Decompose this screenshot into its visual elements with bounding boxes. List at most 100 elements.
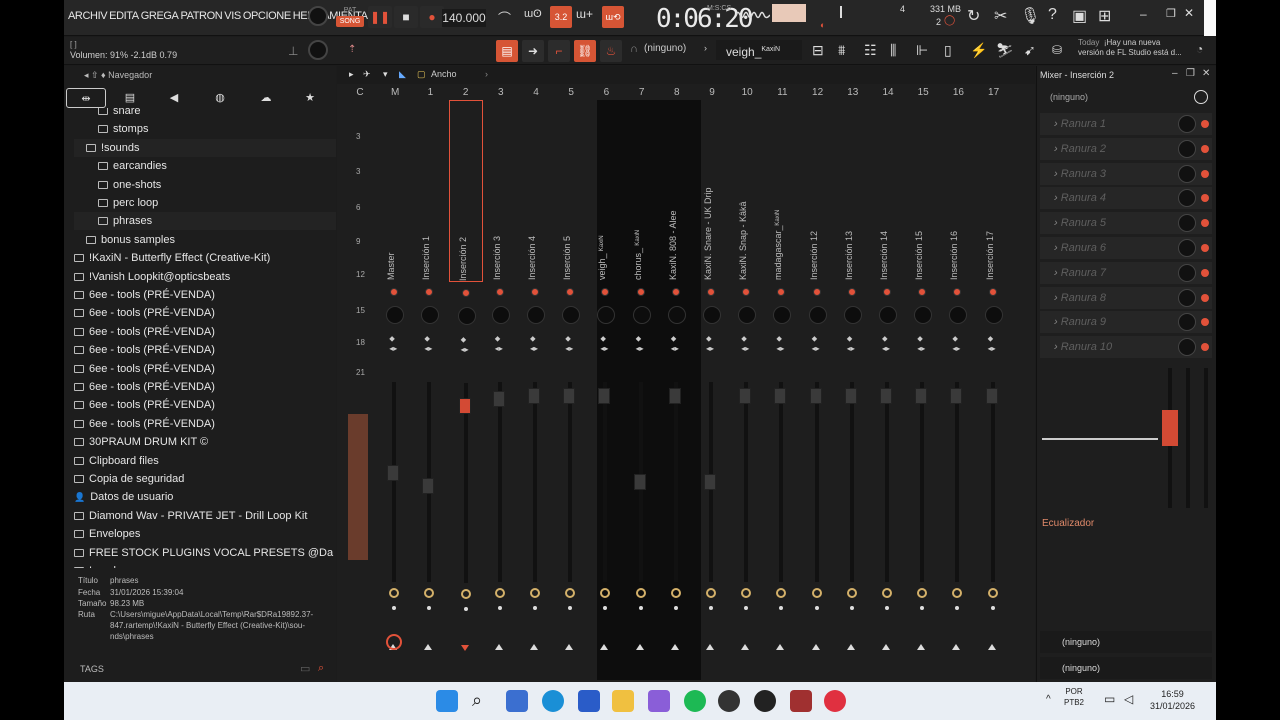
stereo-arrows-icon[interactable]: ⬥ ◂▸ [495,334,503,353]
send-knob[interactable] [670,588,681,598]
microphone-icon[interactable]: 🎙 [1020,6,1040,26]
send-knob[interactable] [565,588,576,598]
spotify-icon[interactable] [684,690,706,712]
insert-slot[interactable]: › Ranura 4 [1040,187,1212,210]
volume-fader-track[interactable] [497,382,502,582]
channels-icon[interactable]: ⫼ [890,42,896,59]
send-knob[interactable] [600,588,611,598]
route-dot[interactable] [463,607,468,611]
send-knob[interactable] [635,588,646,598]
send-knob[interactable] [706,588,716,598]
send-knob[interactable] [389,588,400,598]
strip-active-led[interactable] [988,288,997,296]
record-button[interactable]: ● [420,6,444,28]
volume-fader-cap[interactable] [458,397,471,414]
route-dot[interactable] [603,606,608,610]
preset-selector[interactable]: veigh_KaxiN [716,40,802,60]
folder-icon[interactable]: ▭ [300,662,310,675]
stop-button[interactable]: ■ [394,6,418,28]
slot-mix-knob[interactable] [1178,214,1196,233]
insert-slot[interactable]: › Ranura 9 [1040,311,1212,334]
route-arrow-icon[interactable] [494,644,503,650]
route-dot[interactable] [709,606,713,610]
wrench-icon[interactable]: ✈ [363,69,371,80]
slot-enable-led[interactable] [1201,194,1209,203]
wait-input-icon[interactable]: ɯʘ [524,8,542,20]
stereo-arrows-icon[interactable]: ⬥ ◂▸ [741,334,749,353]
plugin-icon[interactable]: ♨ [600,40,622,62]
panel-close-icon[interactable]: ✕ [1202,68,1210,79]
strip-active-led[interactable] [601,288,610,296]
pan-knob[interactable] [984,306,1003,324]
slot-mix-knob[interactable] [1178,139,1196,158]
browser-tree-item[interactable]: 6ee - tools (PRÉ-VENDA) [74,378,336,396]
browser-tree-item[interactable]: 6ee - tools (PRÉ-VENDA) [74,286,336,304]
route-arrow-icon[interactable] [460,645,469,651]
store-icon[interactable] [578,690,600,712]
volume-fader-cap[interactable] [774,387,787,404]
volume-fader-track[interactable] [814,382,819,582]
stereo-arrows-icon[interactable]: ⬥ ◂▸ [565,334,573,353]
route-arrow-icon[interactable] [987,644,996,650]
volume-fader-track[interactable] [990,382,995,582]
route-dot[interactable] [955,606,960,610]
route-dot[interactable] [497,606,502,610]
menu-item-2[interactable]: GREGA [141,10,179,22]
plug-icon[interactable]: ⚡ [970,42,987,59]
insert-slot[interactable]: › Ranura 1 [1040,113,1212,135]
pan-knob[interactable] [808,306,827,324]
route-arrow-icon[interactable] [600,644,609,650]
minimize-icon[interactable]: ‒ [1140,7,1147,21]
strip-active-led[interactable] [461,289,470,297]
grid-icon[interactable]: ☷ [864,42,877,59]
strip-active-led[interactable] [847,288,856,296]
strip-active-led[interactable] [883,288,891,296]
browser-tree-item[interactable]: Copia de seguridad [74,470,336,488]
stereo-arrows-icon[interactable]: ⬥ ◂▸ [988,334,996,353]
search-icon[interactable]: ⌕ [318,662,324,675]
route-arrow-icon[interactable] [424,644,433,650]
stereo-arrows-icon[interactable]: ⬥ ◂▸ [917,334,925,353]
volume-fader-cap[interactable] [809,387,822,404]
playlist-icon[interactable]: ▤ [496,40,518,62]
pan-knob[interactable] [491,306,510,324]
volume-fader-cap[interactable] [633,474,646,490]
cart-icon[interactable]: ⛁ [1052,43,1062,57]
browser-tree-item[interactable]: bonus samples [74,231,336,249]
route-arrow-icon[interactable] [776,644,785,650]
route-dot[interactable] [568,606,573,610]
lock-icon[interactable]: ⊥ [288,44,298,58]
arrow-icon[interactable]: ⇡ [348,44,356,55]
send-knob[interactable] [952,588,963,598]
pattern-selector[interactable]: (ninguno) [644,43,686,54]
volume-fader-cap[interactable] [422,477,435,494]
send-knob[interactable] [846,588,857,598]
favorites-tab-icon[interactable]: ★ [290,88,330,108]
volume-fader-track[interactable] [673,382,678,582]
mixer-strip[interactable]: KaxiN. 808 - Alee ⬥ ◂▸ [660,100,694,680]
step-toggle[interactable]: 3.2 [550,6,572,28]
master-pitch-knob[interactable] [308,40,328,60]
slot-mix-knob[interactable] [1178,313,1196,332]
mixer-strip[interactable]: madagascar_ᴷᵃˣᶦᴺ ⬥ ◂▸ [765,100,799,680]
mixer-strip[interactable]: veigh_ ᴷᵃˣᶦᴺ ⬥ ◂▸ [589,100,623,680]
slot-mix-knob[interactable] [1178,263,1196,282]
route-dot[interactable] [990,606,995,610]
browser-tree-item[interactable]: 6ee - tools (PRÉ-VENDA) [74,323,336,341]
mixer-strip[interactable]: KaxiN. Snap - Kâkâ ⬥ ◂▸ [730,100,764,680]
menu-item-4[interactable]: VIS [224,10,241,22]
send-knob[interactable] [917,588,928,598]
browser-tree-item[interactable]: 👤 Datos de usuario [74,488,336,506]
slot-enable-led[interactable] [1201,343,1209,352]
slot-enable-led[interactable] [1201,120,1209,128]
volume-fader-track[interactable] [885,382,889,582]
insert-slot[interactable]: › Ranura 8 [1040,286,1212,309]
strip-active-led[interactable] [636,288,645,296]
volume-fader-cap[interactable] [915,387,928,404]
route-dot[interactable] [814,606,819,610]
mixer-strip[interactable]: Inserción 17 ⬥ ◂▸ [977,100,1011,680]
browser-tree-item[interactable]: Envelopes [74,525,336,543]
insert-in-route[interactable]: (ninguno) [1040,631,1212,653]
strip-active-led[interactable] [953,288,962,296]
browser-tree-item[interactable]: earcandies [74,157,336,175]
